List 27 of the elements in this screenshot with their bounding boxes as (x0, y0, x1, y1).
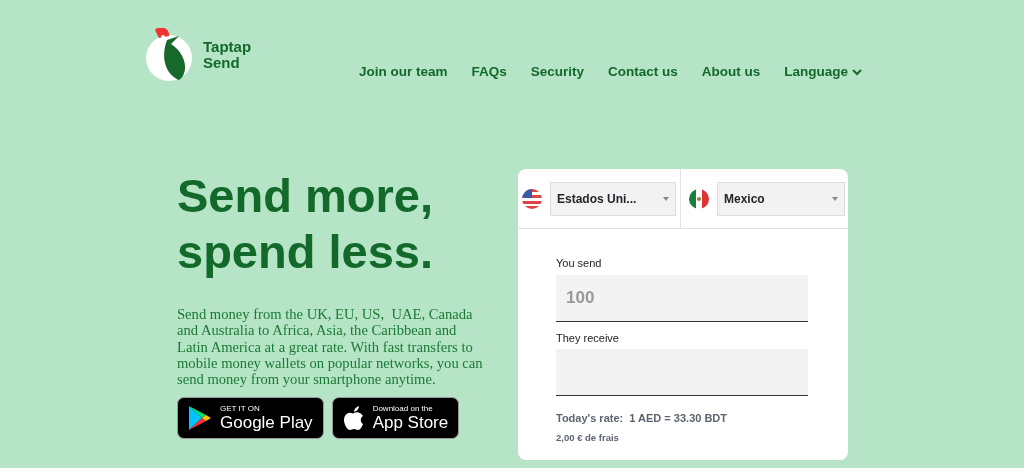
flag-icon (689, 188, 709, 209)
google-play-badge[interactable]: GET IT ON Google Play (177, 397, 324, 440)
apple-icon (342, 405, 365, 432)
field-label: You send (556, 256, 603, 271)
app-store-badge[interactable]: Download on the App Store (331, 397, 460, 440)
brand-name[interactable]: Taptap Send (203, 39, 263, 71)
amount-field[interactable]: 100 (556, 274, 808, 322)
field-label: They receive (556, 330, 620, 346)
caret-icon (663, 196, 669, 201)
nav-link[interactable]: FAQs (471, 62, 507, 83)
play-triangle-icon (188, 405, 212, 432)
bird-logo-icon (145, 28, 195, 82)
country-select[interactable]: Estados Uni... (550, 181, 676, 216)
hero-description: Send money from the UK, EU, US, UAE, Canada and Australia to Africa, Asia, the Caribbean and Latin America at a great rate. With fast transfers to mobile money wallets on popular networks, you can send money from your smartphone anytime. (177, 306, 483, 388)
exchange-rate: Today's rate: 1 AED = 33.30 BDT (556, 411, 729, 426)
fee-text: 2,00 € de frais (556, 430, 620, 445)
language-dropdown[interactable]: Language (784, 62, 863, 83)
nav-link[interactable]: About us (701, 62, 761, 83)
nav-link[interactable]: Join our team (359, 62, 448, 83)
chevron-down-icon (852, 68, 863, 76)
flag-icon (522, 188, 542, 209)
hero-heading: Send more, spend less. (177, 168, 434, 280)
caret-icon (832, 196, 838, 201)
nav-link[interactable]: Contact us (608, 62, 678, 83)
nav-link[interactable]: Security (530, 62, 585, 83)
country-select[interactable]: Mexico (717, 181, 845, 216)
amount-field[interactable] (556, 349, 808, 396)
